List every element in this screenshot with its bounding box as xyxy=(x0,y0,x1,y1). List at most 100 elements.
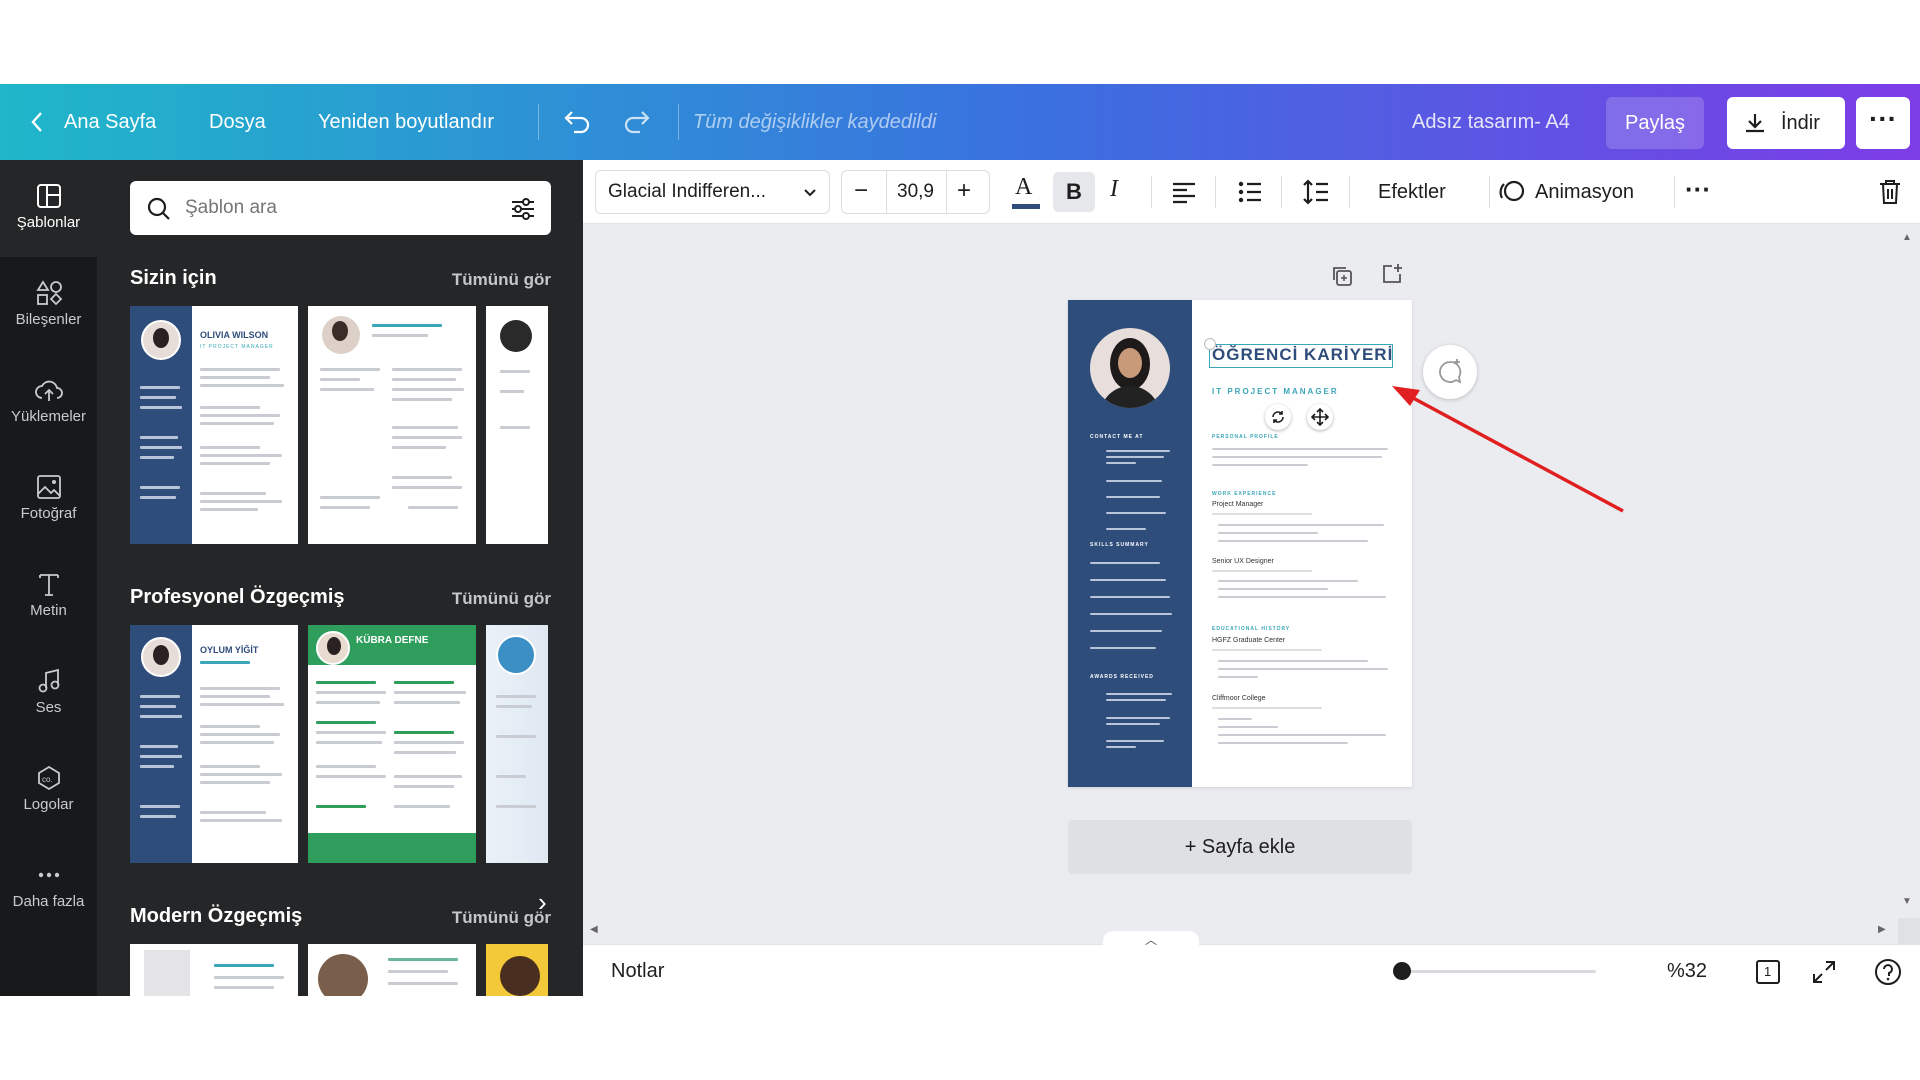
text-toolbar: Glacial Indifferen... − 30,9 + A B I Efe… xyxy=(583,160,1920,224)
duplicate-page-icon[interactable] xyxy=(1330,264,1354,288)
template-thumbnail[interactable]: OYLUM YİĞİT xyxy=(130,625,298,863)
rail-logos[interactable]: co. Logolar xyxy=(0,742,97,839)
align-left-icon[interactable] xyxy=(1171,180,1197,204)
music-icon xyxy=(38,668,59,693)
template-search[interactable] xyxy=(130,181,551,235)
resize-menu[interactable]: Yeniden boyutlandır xyxy=(318,84,494,160)
see-all-link[interactable]: Tümünü gör xyxy=(452,908,551,928)
profile-photo[interactable] xyxy=(1090,328,1170,408)
expand-notes-handle[interactable]: ︿ xyxy=(1103,931,1199,947)
upload-cloud-icon xyxy=(34,380,63,401)
zoom-percent[interactable]: %32 xyxy=(1667,960,1707,983)
template-thumbnail[interactable] xyxy=(486,306,548,544)
line-spacing-icon[interactable] xyxy=(1302,178,1330,206)
rail-label: Daha fazla xyxy=(12,893,85,910)
more-dots-icon: ··· xyxy=(1869,103,1897,134)
scroll-up-icon[interactable]: ▲ xyxy=(1902,232,1914,244)
awards-heading: AWARDS RECEIVED xyxy=(1090,674,1154,680)
toolbar-divider xyxy=(1349,176,1350,208)
zoom-slider-knob[interactable] xyxy=(1393,962,1412,980)
template-thumbnail[interactable]: OLIVIA WILSON IT PROJECT MANAGER xyxy=(130,306,298,544)
share-button[interactable]: Paylaş xyxy=(1606,97,1704,149)
template-thumbnail[interactable]: KÜBRA DEFNE xyxy=(308,625,476,863)
download-label: İndir xyxy=(1781,112,1820,134)
rail-photos[interactable]: Fotoğraf xyxy=(0,451,97,548)
back-chevron-icon[interactable] xyxy=(30,84,44,160)
bold-button[interactable]: B xyxy=(1053,172,1095,212)
topbar-divider xyxy=(678,104,679,140)
more-options-button[interactable]: ··· xyxy=(1856,97,1910,149)
design-title[interactable]: Adsız tasarım- A4 xyxy=(1412,84,1570,160)
template-thumbnail[interactable] xyxy=(308,944,476,996)
section-title: Modern Özgeçmiş xyxy=(130,905,303,927)
search-input[interactable] xyxy=(185,193,485,223)
more-dots-icon xyxy=(38,872,59,878)
scroll-down-icon[interactable]: ▼ xyxy=(1902,896,1914,908)
italic-button[interactable]: I xyxy=(1110,176,1118,203)
scroll-right-icon[interactable]: ▶ xyxy=(1878,924,1890,936)
chevron-down-icon xyxy=(804,189,816,197)
work-heading: WORK EXPERIENCE xyxy=(1212,491,1277,497)
fullscreen-icon[interactable] xyxy=(1811,959,1837,985)
zoom-slider[interactable] xyxy=(1393,962,1596,980)
rotate-handle[interactable] xyxy=(1265,404,1291,430)
rail-label: Ses xyxy=(35,699,62,716)
profile-heading: PERSONAL PROFILE xyxy=(1212,434,1279,440)
toolbar-divider xyxy=(1215,176,1216,208)
carousel-next-icon[interactable]: › xyxy=(438,335,462,361)
see-all-link[interactable]: Tümünü gör xyxy=(452,270,551,290)
template-thumbnail[interactable] xyxy=(486,944,548,996)
school-name: Cliffmoor College xyxy=(1212,695,1266,702)
scroll-left-icon[interactable]: ◀ xyxy=(590,924,602,936)
school-name: HGFZ Graduate Center xyxy=(1212,637,1286,644)
thumb-name: KÜBRA DEFNE xyxy=(356,635,429,646)
rail-templates[interactable]: Şablonlar xyxy=(0,160,97,257)
text-color-swatch xyxy=(1012,204,1040,209)
rail-uploads[interactable]: Yüklemeler xyxy=(0,354,97,451)
see-all-link[interactable]: Tümünü gör xyxy=(452,589,551,609)
rail-text[interactable]: Metin xyxy=(0,548,97,645)
thumb-name: OYLUM YİĞİT xyxy=(200,645,259,655)
rotate-icon xyxy=(1272,411,1284,423)
increase-size-button[interactable]: + xyxy=(957,177,971,205)
text-color-button[interactable]: A xyxy=(1009,174,1043,210)
effects-button[interactable]: Efektler xyxy=(1378,160,1446,224)
job-title: Senior UX Designer xyxy=(1212,558,1274,565)
template-thumbnail[interactable] xyxy=(486,625,548,863)
page-count-button[interactable]: 1 xyxy=(1753,957,1781,985)
scrollbar-corner xyxy=(1898,918,1920,944)
download-button[interactable]: İndir xyxy=(1727,97,1845,149)
font-family-select[interactable]: Glacial Indifferen... xyxy=(595,170,830,214)
template-thumbnail[interactable] xyxy=(130,944,298,996)
contact-heading: CONTACT ME AT xyxy=(1090,434,1144,440)
elements-icon xyxy=(35,280,62,306)
file-menu[interactable]: Dosya xyxy=(209,84,266,160)
font-size-stepper[interactable]: − 30,9 + xyxy=(841,170,990,214)
decrease-size-button[interactable]: − xyxy=(854,177,868,205)
topbar-divider xyxy=(538,104,539,140)
trash-icon[interactable] xyxy=(1877,178,1903,206)
notes-button[interactable]: Notlar xyxy=(611,960,664,983)
rail-label: Metin xyxy=(30,602,67,619)
filter-icon[interactable] xyxy=(509,195,537,223)
more-dots-icon[interactable]: ··· xyxy=(1685,160,1711,224)
rail-elements[interactable]: Bileşenler xyxy=(0,257,97,354)
rail-label: Logolar xyxy=(23,796,74,813)
add-page-icon[interactable] xyxy=(1380,262,1404,286)
animation-button[interactable]: Animasyon xyxy=(1535,160,1634,224)
templates-icon xyxy=(36,184,61,208)
resume-title[interactable]: ÖĞRENCİ KARİYERİ xyxy=(1212,345,1393,365)
section-title: Sizin için xyxy=(130,267,217,289)
toolbar-divider xyxy=(1151,176,1152,208)
add-page-button[interactable]: + Sayfa ekle xyxy=(1068,820,1412,874)
move-handle[interactable] xyxy=(1307,404,1333,430)
redo-icon[interactable] xyxy=(622,84,654,160)
home-link[interactable]: Ana Sayfa xyxy=(64,84,156,160)
bullet-list-icon[interactable] xyxy=(1237,180,1263,204)
rail-audio[interactable]: Ses xyxy=(0,645,97,742)
rail-more[interactable]: Daha fazla xyxy=(0,839,97,936)
undo-icon[interactable] xyxy=(560,84,592,160)
font-size-value[interactable]: 30,9 xyxy=(897,181,934,203)
editor-topbar: Ana Sayfa Dosya Yeniden boyutlandır Tüm … xyxy=(0,84,1920,160)
help-icon[interactable] xyxy=(1873,957,1903,987)
